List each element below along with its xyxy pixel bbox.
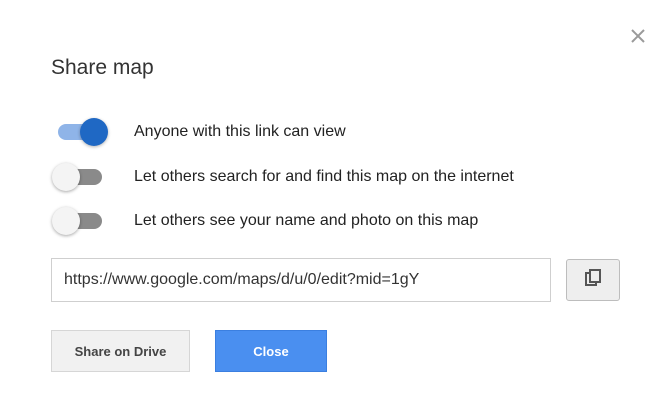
- name-photo-toggle[interactable]: [52, 206, 108, 236]
- toggle-row-link-view: Anyone with this link can view: [52, 117, 346, 147]
- dialog-title: Share map: [51, 56, 154, 79]
- share-map-dialog: Share map Anyone with this link can view…: [0, 0, 666, 411]
- toggle-row-name-photo: Let others see your name and photo on th…: [52, 206, 478, 236]
- toggle-knob: [52, 163, 80, 191]
- link-view-label: Anyone with this link can view: [134, 123, 346, 140]
- toggle-knob: [80, 118, 108, 146]
- search-toggle[interactable]: [52, 162, 108, 192]
- close-button[interactable]: Close: [215, 330, 327, 372]
- share-link-field[interactable]: [51, 258, 551, 302]
- name-photo-label: Let others see your name and photo on th…: [134, 212, 479, 229]
- toggle-row-search: Let others search for and find this map …: [52, 162, 514, 192]
- copy-link-button[interactable]: [566, 259, 620, 301]
- search-label: Let others search for and find this map …: [134, 168, 514, 185]
- toggle-knob: [52, 207, 80, 235]
- link-view-toggle[interactable]: [52, 117, 108, 147]
- copy-icon: [583, 268, 603, 293]
- close-icon[interactable]: [628, 26, 648, 46]
- share-on-drive-button[interactable]: Share on Drive: [51, 330, 190, 372]
